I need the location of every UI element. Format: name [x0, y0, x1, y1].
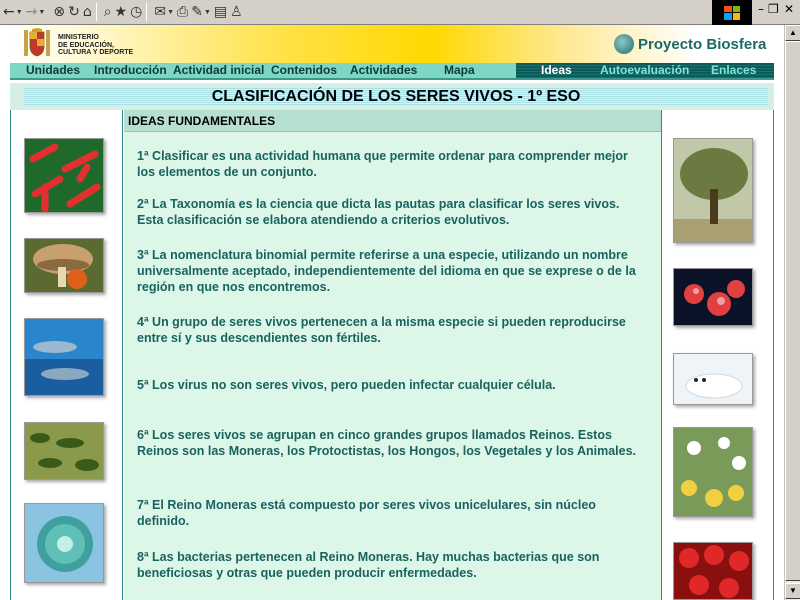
brand-logo[interactable]: Proyecto Biosfera — [614, 34, 766, 54]
site-header: MINISTERIO DE EDUCACIÓN, CULTURA Y DEPOR… — [10, 25, 774, 63]
mail-dropdown-icon[interactable]: ▼ — [167, 9, 174, 16]
nav-ideas[interactable]: Ideas — [541, 63, 572, 78]
print-icon[interactable]: ⎙ — [177, 1, 188, 23]
nav-autoevaluacion[interactable]: Autoevaluación — [600, 63, 689, 78]
coral-image — [673, 268, 753, 326]
main-nav: Unidades Introducción Actividad inicial … — [10, 63, 774, 80]
ideas-panel: IDEAS FUNDAMENTALES 1ª Clasificar es una… — [124, 110, 661, 600]
windows-logo-icon — [712, 0, 752, 25]
idea-item: 3ª La nomenclatura binomial permite refe… — [137, 248, 636, 294]
back-icon[interactable]: ← — [3, 1, 15, 23]
stop-icon[interactable]: ⊗ — [53, 1, 65, 23]
messenger-icon[interactable]: ♙ — [230, 1, 243, 23]
brand-name: Proyecto Biosfera — [638, 35, 767, 53]
nav-unidades[interactable]: Unidades — [26, 63, 80, 78]
forward-icon[interactable]: → — [26, 1, 38, 23]
idea-item: 5ª Los virus no son seres vivos, pero pu… — [137, 378, 556, 392]
edit-dropdown-icon[interactable]: ▼ — [204, 9, 211, 16]
nav-contenidos[interactable]: Contenidos — [271, 63, 337, 78]
mail-icon[interactable]: ✉ — [154, 1, 166, 23]
vertical-scrollbar[interactable]: ▲ ▼ — [784, 25, 800, 600]
left-image-column — [11, 110, 123, 600]
idea-item: 8ª Las bacterias pertenecen al Reino Mon… — [137, 550, 600, 580]
ministry-name: MINISTERIO DE EDUCACIÓN, CULTURA Y DEPOR… — [58, 34, 134, 56]
minimize-icon[interactable]: – — [758, 2, 764, 16]
scroll-up-icon[interactable]: ▲ — [785, 25, 800, 41]
nav-mapa[interactable]: Mapa — [444, 63, 475, 78]
discuss-icon[interactable]: ▤ — [214, 1, 227, 23]
main-content: IDEAS FUNDAMENTALES 1ª Clasificar es una… — [10, 110, 774, 600]
idea-item: 4ª Un grupo de seres vivos pertenecen a … — [137, 315, 626, 345]
back-dropdown-icon[interactable]: ▼ — [16, 9, 23, 16]
title-strip: CLASIFICACIÓN DE LOS SERES VIVOS - 1º ES… — [10, 83, 774, 110]
nav-enlaces[interactable]: Enlaces — [711, 63, 756, 78]
page-title: CLASIFICACIÓN DE LOS SERES VIVOS - 1º ES… — [211, 88, 581, 105]
right-image-column — [661, 110, 773, 600]
idea-item: 6ª Los seres vivos se agrupan en cinco g… — [137, 428, 636, 458]
favorites-icon[interactable]: ★ — [115, 1, 128, 23]
microorganism-image — [24, 503, 104, 583]
home-icon[interactable]: ⌂ — [83, 1, 92, 23]
seaweed-image — [24, 422, 104, 480]
browser-toolbar: ← ▼ → ▼ ⊗ ↻ ⌂ ⌕ ★ ◷ ✉ ▼ ⎙ ✎ ▼ ▤ ♙ — [0, 0, 800, 25]
section-heading: IDEAS FUNDAMENTALES — [124, 110, 661, 132]
idea-item: 1ª Clasificar es una actividad humana qu… — [137, 149, 628, 179]
flowers-image — [673, 427, 753, 517]
search-icon[interactable]: ⌕ — [104, 1, 112, 23]
history-icon[interactable]: ◷ — [130, 1, 142, 23]
close-icon[interactable]: ✕ — [784, 2, 794, 16]
edit-icon[interactable]: ✎ — [191, 1, 203, 23]
restore-icon[interactable]: ❐ — [768, 2, 779, 16]
idea-item: 2ª La Taxonomía es la ciencia que dicta … — [137, 197, 620, 227]
scroll-down-icon[interactable]: ▼ — [785, 583, 800, 599]
bacteria-image — [24, 138, 104, 213]
tree-image — [673, 138, 753, 243]
dolphins-image — [24, 318, 104, 396]
refresh-icon[interactable]: ↻ — [68, 1, 80, 23]
scroll-thumb[interactable] — [785, 41, 800, 581]
nav-introduccion[interactable]: Introducción — [94, 63, 167, 78]
globe-icon — [614, 34, 634, 54]
coat-of-arms-icon — [24, 28, 50, 57]
seal-image — [673, 353, 753, 405]
toolbar-separator — [146, 3, 148, 21]
roses-image — [673, 542, 753, 600]
title-box: CLASIFICACIÓN DE LOS SERES VIVOS - 1º ES… — [24, 88, 768, 105]
nav-actividad-inicial[interactable]: Actividad inicial — [173, 63, 264, 78]
toolbar-separator — [95, 3, 97, 21]
mushroom-image — [24, 238, 104, 293]
nav-actividades[interactable]: Actividades — [350, 63, 417, 78]
forward-dropdown-icon[interactable]: ▼ — [38, 9, 45, 16]
idea-item: 7ª El Reino Moneras está compuesto por s… — [137, 498, 596, 528]
